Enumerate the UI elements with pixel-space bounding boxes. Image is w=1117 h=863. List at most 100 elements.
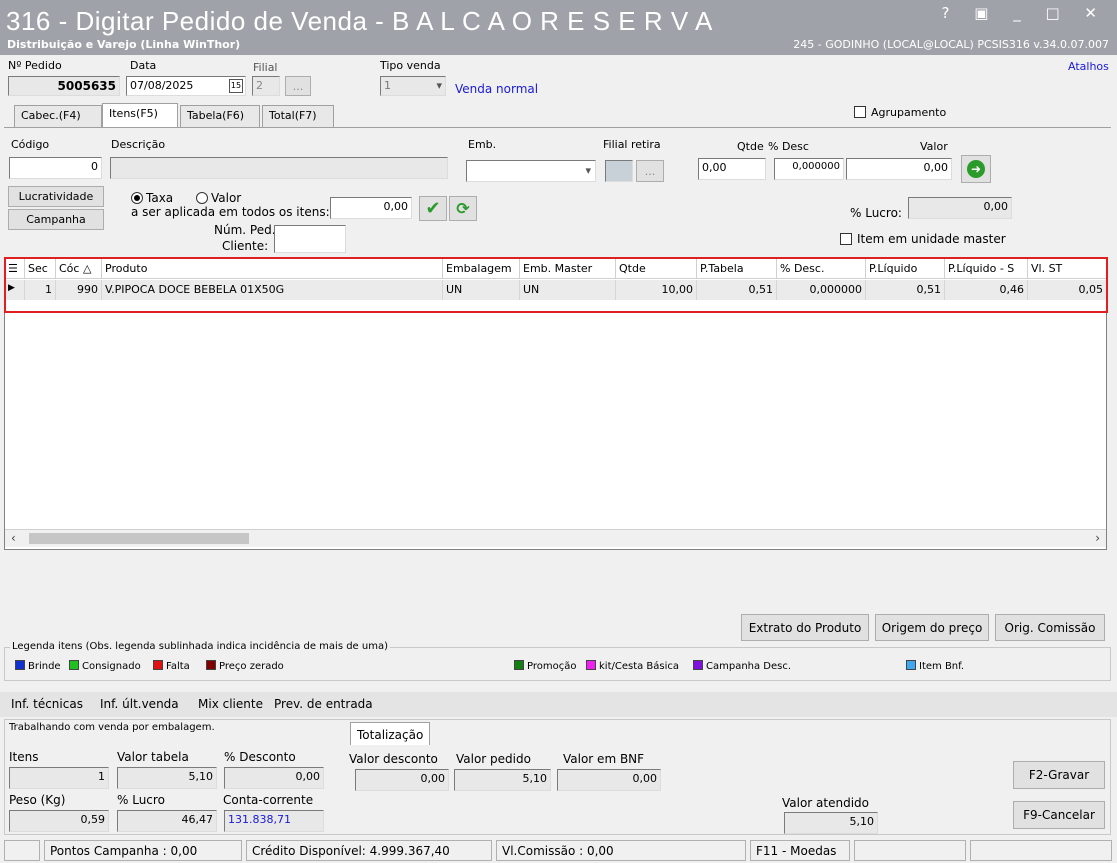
status-moedas[interactable]: F11 - Moedas bbox=[750, 840, 850, 861]
pedido-field: 5005635 bbox=[8, 76, 120, 96]
valor-label: Valor bbox=[920, 140, 948, 153]
conta-corrente-field: 131.838,71 bbox=[224, 810, 324, 832]
valor-tabela-field: 5,10 bbox=[117, 767, 217, 789]
campanha-button[interactable]: Campanha bbox=[8, 209, 104, 230]
unidade-master-checkbox[interactable]: Item em unidade master bbox=[840, 232, 1006, 246]
desc-label: % Desc bbox=[768, 140, 809, 153]
legend-item-kit: kit/Cesta Básica bbox=[586, 660, 679, 672]
refresh-icon: ⟳ bbox=[456, 199, 470, 218]
highlight-box bbox=[4, 257, 1108, 313]
peso-field: 0,59 bbox=[9, 810, 109, 832]
legend-swatch bbox=[206, 660, 216, 670]
codigo-input[interactable]: 0 bbox=[9, 157, 102, 179]
status-comissao: Vl.Comissão : 0,00 bbox=[496, 840, 746, 861]
valor-bnf-label: Valor em BNF bbox=[563, 752, 645, 766]
lucro-total-label: % Lucro bbox=[117, 793, 165, 807]
lucratividade-button[interactable]: Lucratividade bbox=[8, 186, 104, 207]
peso-label: Peso (Kg) bbox=[9, 793, 66, 807]
taxa-radio[interactable]: Taxa bbox=[131, 191, 173, 205]
tab-tabela[interactable]: Tabela(F6) bbox=[180, 105, 260, 127]
link-mix-cliente[interactable]: Mix cliente bbox=[198, 697, 263, 711]
tipo-venda-select[interactable]: 1 ▾ bbox=[380, 76, 446, 96]
window-controls[interactable]: ? ▣ _ □ ✕ bbox=[942, 4, 1107, 22]
emb-select[interactable]: ▾ bbox=[466, 160, 596, 182]
filial-retira-field[interactable] bbox=[605, 160, 633, 182]
status-pontos: Pontos Campanha : 0,00 bbox=[44, 840, 242, 861]
legend-swatch bbox=[906, 660, 916, 670]
valor-atendido-field: 5,10 bbox=[784, 812, 878, 834]
valor-radio[interactable]: Valor bbox=[196, 191, 241, 205]
filial-lookup-button[interactable]: ... bbox=[285, 76, 311, 96]
apply-check-button[interactable]: ✔ bbox=[419, 196, 447, 221]
tipo-venda-value: 1 bbox=[384, 79, 391, 92]
descricao-field bbox=[110, 157, 448, 179]
radio-icon bbox=[196, 192, 208, 204]
scroll-thumb[interactable] bbox=[29, 533, 249, 544]
num-ped-cliente-input[interactable] bbox=[274, 225, 346, 253]
link-inf-ult-venda[interactable]: Inf. últ.venda bbox=[100, 697, 179, 711]
conta-corrente-label: Conta-corrente bbox=[223, 793, 314, 807]
pedido-label: Nº Pedido bbox=[8, 59, 62, 72]
descricao-label: Descrição bbox=[111, 138, 166, 151]
lucro-total-field: 46,47 bbox=[117, 810, 217, 832]
legend-item-preco-zerado: Preço zerado bbox=[206, 660, 284, 672]
valor-radio-label: Valor bbox=[211, 191, 242, 205]
cliente-label: Cliente: bbox=[222, 239, 269, 253]
link-prev-entrada[interactable]: Prev. de entrada bbox=[274, 697, 373, 711]
gravar-button[interactable]: F2-Gravar bbox=[1013, 761, 1105, 789]
agrupamento-label: Agrupamento bbox=[871, 106, 947, 119]
qtde-input[interactable]: 0,00 bbox=[698, 158, 766, 180]
legend-swatch bbox=[69, 660, 79, 670]
data-field[interactable]: 07/08/2025 bbox=[126, 76, 246, 96]
scroll-left-icon[interactable]: ‹ bbox=[11, 531, 16, 545]
filial-field[interactable]: 2 bbox=[252, 76, 280, 96]
legend-swatch bbox=[153, 660, 163, 670]
status-credito: Crédito Disponível: 4.999.367,40 bbox=[246, 840, 492, 861]
valor-input[interactable]: 0,00 bbox=[846, 158, 952, 180]
data-label: Data bbox=[130, 59, 157, 72]
valor-desconto-field: 0,00 bbox=[355, 769, 449, 791]
legend-item-campanha: Campanha Desc. bbox=[693, 660, 791, 672]
status-cell-empty bbox=[970, 840, 1112, 861]
tab-cabec[interactable]: Cabec.(F4) bbox=[14, 105, 102, 127]
lucro-field: 0,00 bbox=[908, 197, 1012, 219]
tab-totalizacao[interactable]: Totalização bbox=[350, 722, 431, 745]
taxa-input[interactable]: 0,00 bbox=[330, 197, 412, 219]
legend-item-promocao: Promoção bbox=[514, 660, 576, 672]
agrupamento-checkbox[interactable]: Agrupamento bbox=[854, 106, 946, 119]
legend-item-bnf: Item Bnf. bbox=[906, 660, 964, 672]
tipo-venda-desc: Venda normal bbox=[455, 82, 539, 96]
radio-icon bbox=[131, 192, 143, 204]
valor-pedido-field: 5,10 bbox=[454, 769, 551, 791]
refresh-button[interactable]: ⟳ bbox=[449, 196, 477, 221]
calendar-icon[interactable]: 15 bbox=[229, 79, 243, 93]
valor-desconto-label: Valor desconto bbox=[349, 752, 438, 766]
window-subtitle: Distribuição e Varejo (Linha WinThor) bbox=[7, 38, 241, 51]
origem-preco-button[interactable]: Origem do preço bbox=[875, 614, 989, 641]
legend-swatch bbox=[15, 660, 25, 670]
checkbox-icon bbox=[854, 106, 866, 118]
codigo-label: Código bbox=[11, 138, 50, 151]
atalhos-link[interactable]: Atalhos bbox=[1068, 60, 1109, 73]
arrow-right-icon: ➜ bbox=[967, 160, 985, 178]
horizontal-scrollbar[interactable]: ‹ › bbox=[5, 529, 1106, 547]
orig-comissao-button[interactable]: Orig. Comissão bbox=[995, 614, 1105, 641]
checkbox-icon bbox=[840, 233, 852, 245]
status-bar: Pontos Campanha : 0,00 Crédito Disponíve… bbox=[0, 838, 1117, 863]
data-value: 07/08/2025 bbox=[130, 79, 194, 92]
status-cell-empty bbox=[4, 840, 40, 861]
filial-label: Filial bbox=[253, 61, 278, 74]
tab-total[interactable]: Total(F7) bbox=[262, 105, 334, 127]
tab-itens[interactable]: Itens(F5) bbox=[102, 103, 178, 127]
cancelar-button[interactable]: F9-Cancelar bbox=[1013, 801, 1105, 829]
extrato-produto-button[interactable]: Extrato do Produto bbox=[741, 614, 869, 641]
scroll-right-icon[interactable]: › bbox=[1095, 531, 1100, 545]
filial-retira-button[interactable]: ... bbox=[636, 160, 664, 182]
legend-title: Legenda itens (Obs. legenda sublinhada i… bbox=[10, 641, 391, 652]
status-cell-empty bbox=[854, 840, 966, 861]
chevron-down-icon: ▾ bbox=[436, 79, 442, 92]
add-item-button[interactable]: ➜ bbox=[961, 155, 991, 183]
desc-input[interactable]: 0,000000 bbox=[774, 158, 844, 180]
link-inf-tecnicas[interactable]: Inf. técnicas bbox=[11, 697, 83, 711]
filial-retira-label: Filial retira bbox=[603, 138, 661, 151]
